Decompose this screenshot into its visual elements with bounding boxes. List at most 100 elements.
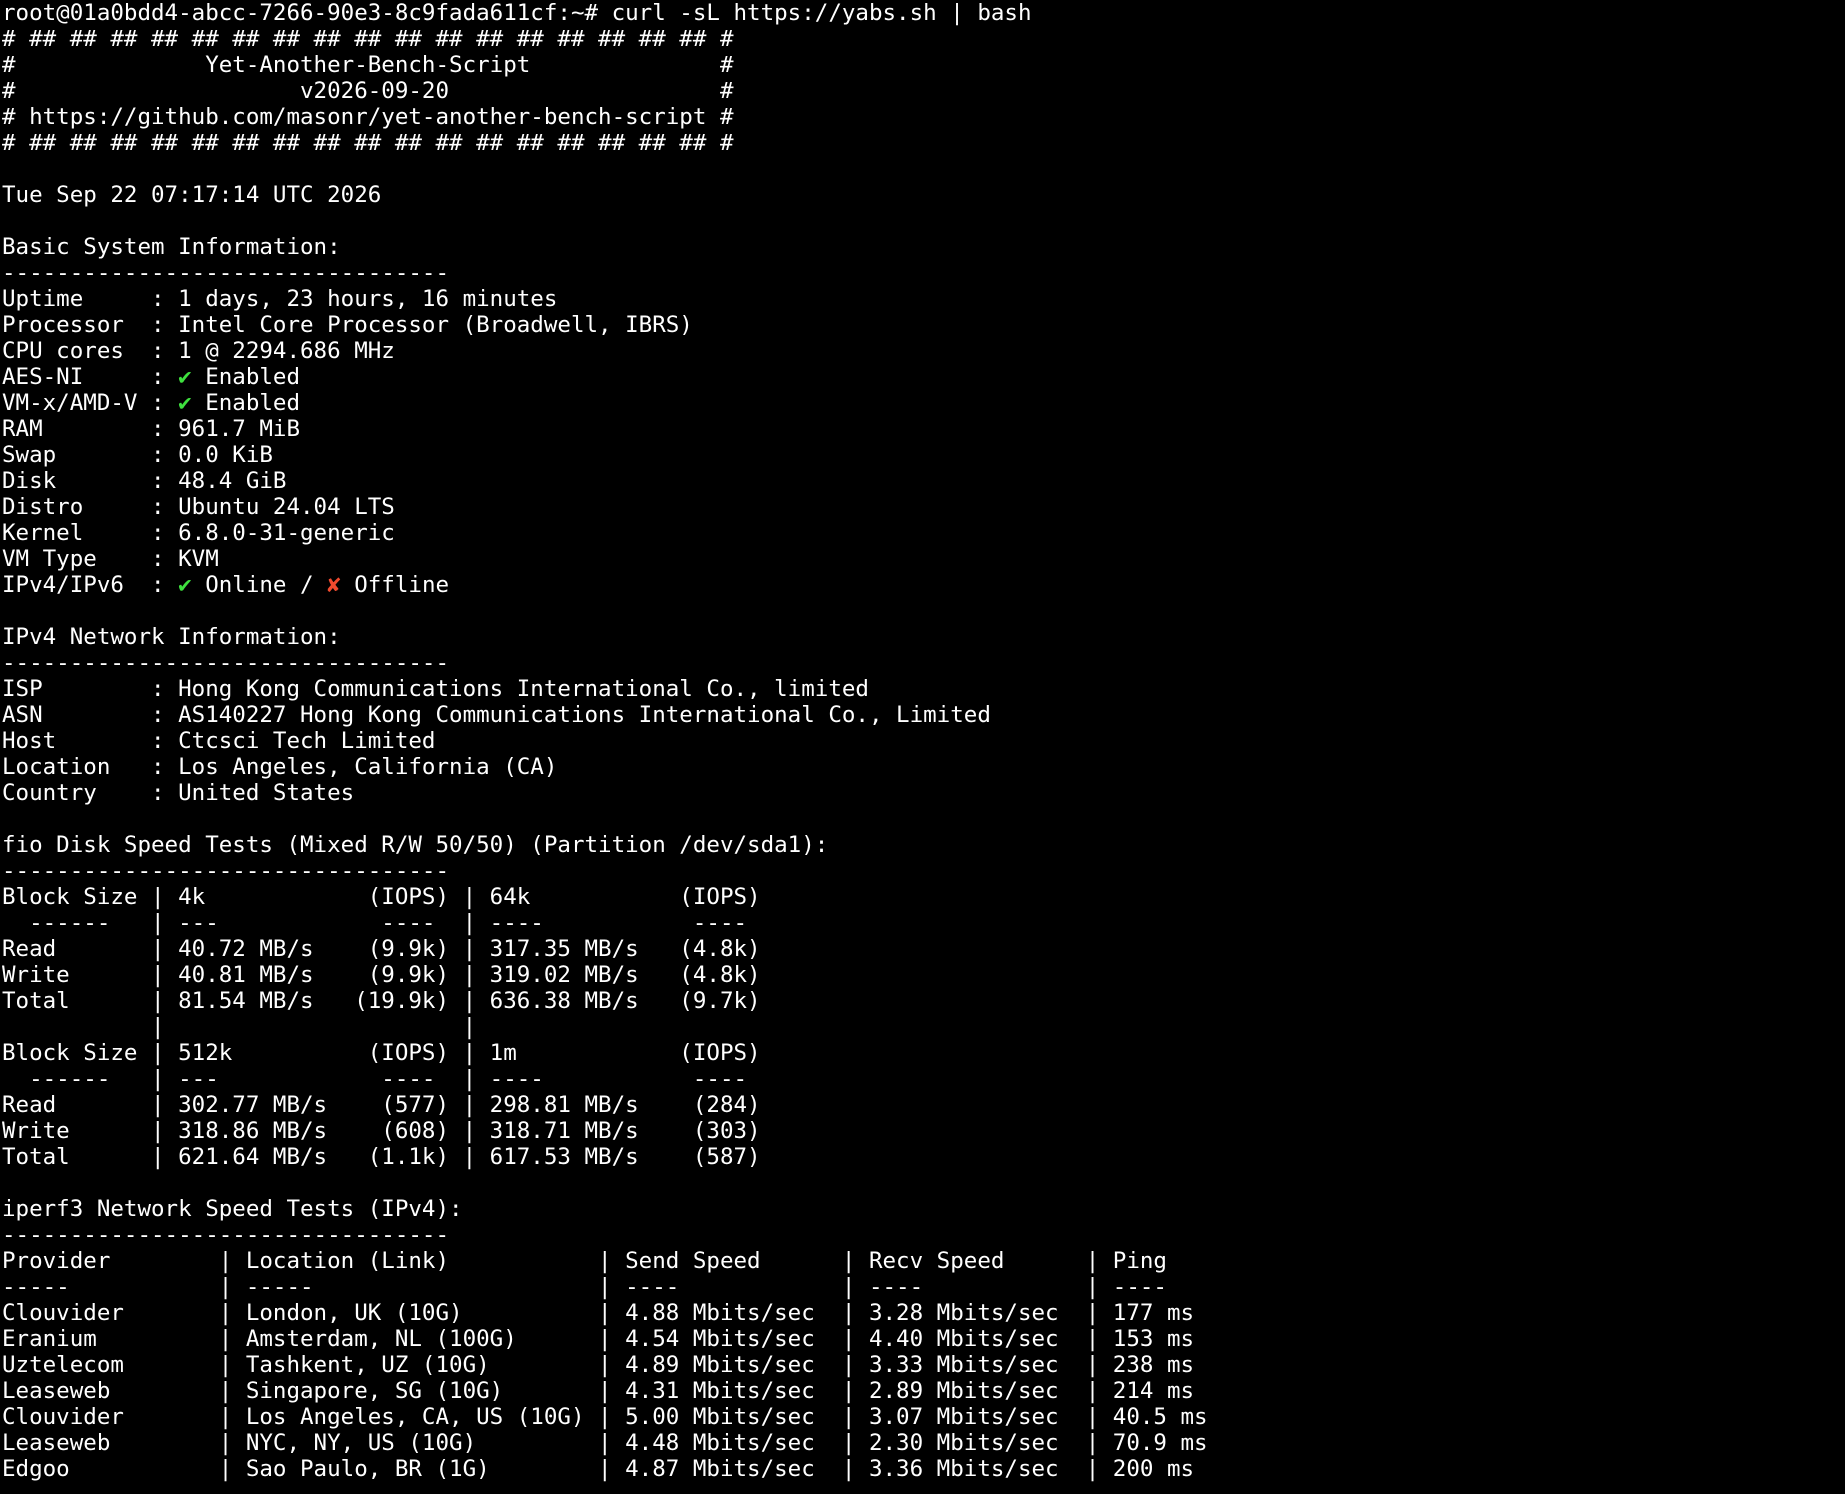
output-line: Uptime : 1 days, 23 hours, 16 minutes xyxy=(2,286,1845,312)
line-text: iperf3 Network Speed Tests (IPv4): xyxy=(2,1196,463,1222)
output-line: # ## ## ## ## ## ## ## ## ## ## ## ## ##… xyxy=(2,130,1845,156)
line-text: Provider | Location (Link) | Send Speed … xyxy=(2,1248,1167,1274)
output-line: Disk : 48.4 GiB xyxy=(2,468,1845,494)
output-line: --------------------------------- xyxy=(2,260,1845,286)
output-line: Eranium | Amsterdam, NL (100G) | 4.54 Mb… xyxy=(2,1326,1845,1352)
line-text: Disk : 48.4 GiB xyxy=(2,468,287,494)
output-line: Total | 621.64 MB/s (1.1k) | 617.53 MB/s… xyxy=(2,1144,1845,1170)
command-line: root@01a0bdd4-abcc-7266-90e3-8c9fada611c… xyxy=(2,0,1845,26)
output-line: --------------------------------- xyxy=(2,858,1845,884)
output-line: Clouvider | London, UK (10G) | 4.88 Mbit… xyxy=(2,1300,1845,1326)
output-line: Edgoo | Sao Paulo, BR (1G) | 4.87 Mbits/… xyxy=(2,1456,1845,1482)
line-text: Swap : 0.0 KiB xyxy=(2,442,273,468)
line-text: Enabled xyxy=(191,364,301,390)
line-text: IPv4 Network Information: xyxy=(2,624,341,650)
output-line: Country : United States xyxy=(2,780,1845,806)
line-text: Eranium | Amsterdam, NL (100G) | 4.54 Mb… xyxy=(2,1326,1195,1352)
line-text: Basic System Information: xyxy=(2,234,341,260)
line-text: Read | 302.77 MB/s (577) | 298.81 MB/s (… xyxy=(2,1092,761,1118)
line-text: Kernel : 6.8.0-31-generic xyxy=(2,520,395,546)
output-line: Kernel : 6.8.0-31-generic xyxy=(2,520,1845,546)
line-text: Clouvider | Los Angeles, CA, US (10G) | … xyxy=(2,1404,1208,1430)
line-text: Location : Los Angeles, California (CA) xyxy=(2,754,558,780)
line-text: root@01a0bdd4-abcc-7266-90e3-8c9fada611c… xyxy=(2,0,1032,26)
output-line: Leaseweb | NYC, NY, US (10G) | 4.48 Mbit… xyxy=(2,1430,1845,1456)
line-text: Offline xyxy=(340,572,450,598)
output-line: Block Size | 4k (IOPS) | 64k (IOPS) xyxy=(2,884,1845,910)
line-text: fio Disk Speed Tests (Mixed R/W 50/50) (… xyxy=(2,832,829,858)
line-text: Distro : Ubuntu 24.04 LTS xyxy=(2,494,395,520)
line-text: Tue Sep 22 07:17:14 UTC 2026 xyxy=(2,182,382,208)
line-text: ------ | --- ---- | ---- ---- xyxy=(2,910,748,936)
line-text: Processor : Intel Core Processor (Broadw… xyxy=(2,312,693,338)
line-text: AES-NI : xyxy=(2,364,179,390)
output-line: Uztelecom | Tashkent, UZ (10G) | 4.89 Mb… xyxy=(2,1352,1845,1378)
output-line: ISP : Hong Kong Communications Internati… xyxy=(2,676,1845,702)
output-line: VM-x/AMD-V : ✔ Enabled xyxy=(2,390,1845,416)
line-text: Enabled xyxy=(191,390,301,416)
line-text: Edgoo | Sao Paulo, BR (1G) | 4.87 Mbits/… xyxy=(2,1456,1195,1482)
line-text: Read | 40.72 MB/s (9.9k) | 317.35 MB/s (… xyxy=(2,936,761,962)
output-line: Total | 81.54 MB/s (19.9k) | 636.38 MB/s… xyxy=(2,988,1845,1014)
line-text: CPU cores : 1 @ 2294.686 MHz xyxy=(2,338,395,364)
output-line: iperf3 Network Speed Tests (IPv4): xyxy=(2,1196,1845,1222)
line-text: RAM : 961.7 MiB xyxy=(2,416,301,442)
output-line: Swap : 0.0 KiB xyxy=(2,442,1845,468)
output-line: Clouvider | Los Angeles, CA, US (10G) | … xyxy=(2,1404,1845,1430)
output-line: ------ | --- ---- | ---- ---- xyxy=(2,1066,1845,1092)
line-text: Write | 40.81 MB/s (9.9k) | 319.02 MB/s … xyxy=(2,962,761,988)
line-text: Leaseweb | Singapore, SG (10G) | 4.31 Mb… xyxy=(2,1378,1195,1404)
output-line: Write | 318.86 MB/s (608) | 318.71 MB/s … xyxy=(2,1118,1845,1144)
output-line: --------------------------------- xyxy=(2,1222,1845,1248)
output-line: Provider | Location (Link) | Send Speed … xyxy=(2,1248,1845,1274)
line-text: VM-x/AMD-V : xyxy=(2,390,179,416)
output-line: # ## ## ## ## ## ## ## ## ## ## ## ## ##… xyxy=(2,26,1845,52)
line-text: Clouvider | London, UK (10G) | 4.88 Mbit… xyxy=(2,1300,1195,1326)
line-text: Block Size | 512k (IOPS) | 1m (IOPS) xyxy=(2,1040,761,1066)
line-text: # ## ## ## ## ## ## ## ## ## ## ## ## ##… xyxy=(2,130,734,156)
output-line: RAM : 961.7 MiB xyxy=(2,416,1845,442)
line-text: ------ | --- ---- | ---- ---- xyxy=(2,1066,748,1092)
output-line: IPv4 Network Information: xyxy=(2,624,1845,650)
line-text: Host : Ctcsci Tech Limited xyxy=(2,728,436,754)
output-line: Read | 302.77 MB/s (577) | 298.81 MB/s (… xyxy=(2,1092,1845,1118)
line-text: # ## ## ## ## ## ## ## ## ## ## ## ## ##… xyxy=(2,26,734,52)
line-text: Block Size | 4k (IOPS) | 64k (IOPS) xyxy=(2,884,761,910)
line-text: # v2026-09-20 # xyxy=(2,78,734,104)
output-line: | | xyxy=(2,1014,1845,1040)
output-line: Read | 40.72 MB/s (9.9k) | 317.35 MB/s (… xyxy=(2,936,1845,962)
output-line: ASN : AS140227 Hong Kong Communications … xyxy=(2,702,1845,728)
output-line: Leaseweb | Singapore, SG (10G) | 4.31 Mb… xyxy=(2,1378,1845,1404)
line-text: ISP : Hong Kong Communications Internati… xyxy=(2,676,869,702)
line-text: --------------------------------- xyxy=(2,650,450,676)
output-line: # https://github.com/masonr/yet-another-… xyxy=(2,104,1845,130)
check-icon: ✔ xyxy=(178,572,192,598)
line-text: Country : United States xyxy=(2,780,355,806)
line-text: Write | 318.86 MB/s (608) | 318.71 MB/s … xyxy=(2,1118,761,1144)
check-icon: ✔ xyxy=(178,390,192,416)
line-text: Uptime : 1 days, 23 hours, 16 minutes xyxy=(2,286,558,312)
output-line: ------ | --- ---- | ---- ---- xyxy=(2,910,1845,936)
terminal-window[interactable]: root@01a0bdd4-abcc-7266-90e3-8c9fada611c… xyxy=(0,0,1845,1494)
line-text: Online / xyxy=(191,572,328,598)
output-line: # Yet-Another-Bench-Script # xyxy=(2,52,1845,78)
line-text: ASN : AS140227 Hong Kong Communications … xyxy=(2,702,991,728)
line-text: | | xyxy=(2,1014,477,1040)
line-text: # https://github.com/masonr/yet-another-… xyxy=(2,104,734,130)
output-line: IPv4/IPv6 : ✔ Online / ✘ Offline xyxy=(2,572,1845,598)
output-line: VM Type : KVM xyxy=(2,546,1845,572)
output-line: ----- | ----- | ---- | ---- | ---- xyxy=(2,1274,1845,1300)
output-line: fio Disk Speed Tests (Mixed R/W 50/50) (… xyxy=(2,832,1845,858)
output-line: Tue Sep 22 07:17:14 UTC 2026 xyxy=(2,182,1845,208)
output-line: Distro : Ubuntu 24.04 LTS xyxy=(2,494,1845,520)
cross-icon: ✘ xyxy=(327,572,341,598)
output-line: Block Size | 512k (IOPS) | 1m (IOPS) xyxy=(2,1040,1845,1066)
output-line: Write | 40.81 MB/s (9.9k) | 319.02 MB/s … xyxy=(2,962,1845,988)
output-line: Basic System Information: xyxy=(2,234,1845,260)
line-text: --------------------------------- xyxy=(2,260,450,286)
